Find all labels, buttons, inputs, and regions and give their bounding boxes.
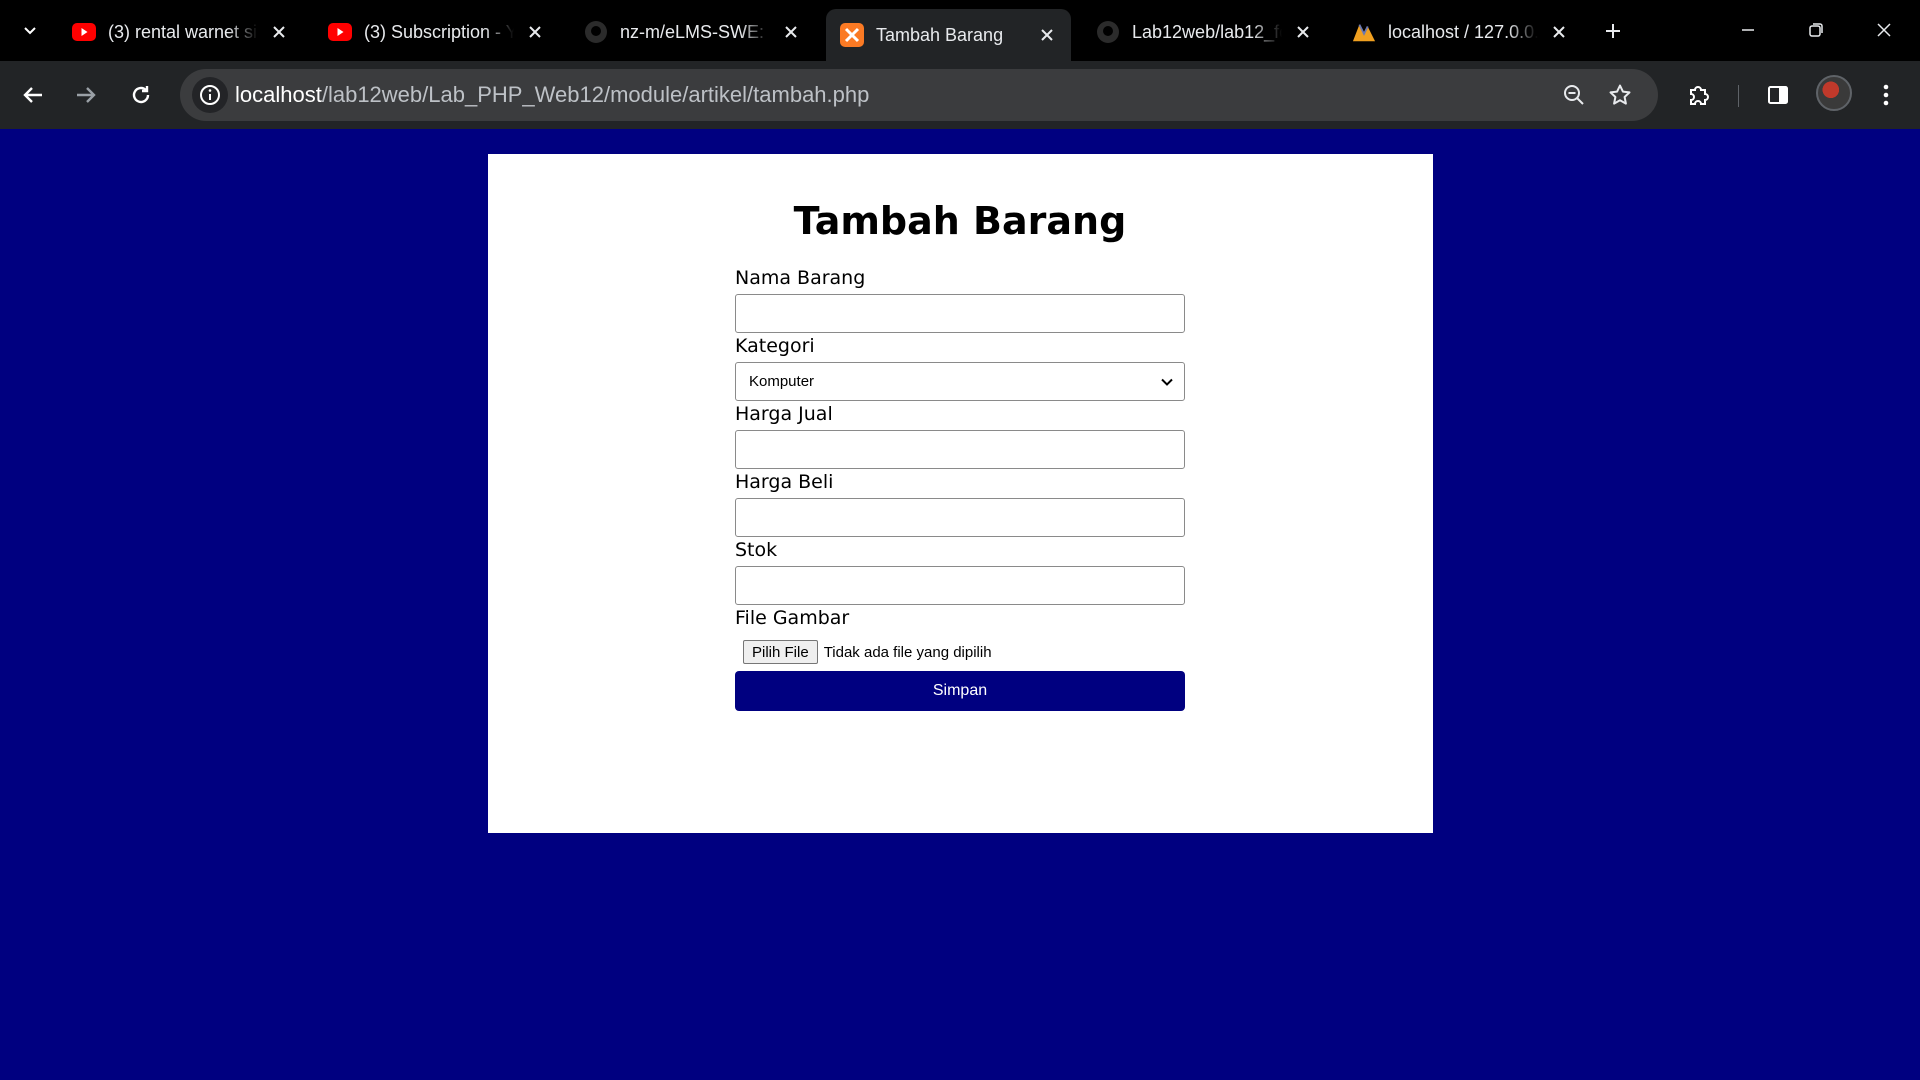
github-icon <box>584 20 608 44</box>
site-info-button[interactable] <box>192 77 228 113</box>
more-vertical-icon <box>1883 84 1889 106</box>
reload-button[interactable] <box>121 75 161 115</box>
restore-icon <box>1809 23 1823 37</box>
tab-title: Lab12web/lab12_fo <box>1132 21 1282 42</box>
side-panel-button[interactable] <box>1758 75 1798 115</box>
close-icon <box>529 26 541 38</box>
close-tab-button[interactable] <box>1037 25 1057 45</box>
tab-search-button[interactable] <box>12 12 48 48</box>
address-bar[interactable]: localhost/lab12web/Lab_PHP_Web12/module/… <box>180 69 1658 121</box>
bookmark-button[interactable] <box>1604 79 1636 111</box>
nama-barang-label: Nama Barang <box>735 267 866 289</box>
form-card: Tambah Barang Nama Barang Kategori Kompu… <box>488 154 1433 833</box>
close-tab-button[interactable] <box>1549 22 1569 42</box>
file-input: Pilih File Tidak ada file yang dipilih <box>743 640 992 664</box>
github-icon <box>1096 20 1120 44</box>
restore-button[interactable] <box>1796 10 1836 50</box>
youtube-icon <box>328 20 352 44</box>
harga-beli-label: Harga Beli <box>735 471 834 493</box>
new-tab-button[interactable] <box>1596 14 1630 48</box>
close-tab-button[interactable] <box>781 22 801 42</box>
close-icon <box>1041 29 1053 41</box>
zoom-button[interactable] <box>1558 79 1590 111</box>
close-icon <box>1297 26 1309 38</box>
toolbar-divider <box>1738 85 1739 107</box>
close-window-button[interactable] <box>1864 10 1904 50</box>
browser-menu-button[interactable] <box>1866 75 1906 115</box>
minimize-icon <box>1742 29 1754 31</box>
browser-toolbar: localhost/lab12web/Lab_PHP_Web12/module/… <box>0 61 1920 129</box>
chevron-down-icon <box>1161 378 1173 386</box>
close-tab-button[interactable] <box>1293 22 1313 42</box>
url-path: /lab12web/Lab_PHP_Web12/module/artikel/t… <box>321 82 870 107</box>
kategori-select[interactable]: Komputer <box>735 362 1185 401</box>
tab-github-lab12[interactable]: Lab12web/lab12_fo <box>1082 9 1327 55</box>
file-gambar-label: File Gambar <box>735 607 850 629</box>
close-tab-button[interactable] <box>269 22 289 42</box>
stok-label: Stok <box>735 539 778 561</box>
close-icon <box>273 26 285 38</box>
forward-button[interactable] <box>66 75 106 115</box>
kategori-selected-value: Komputer <box>749 373 815 390</box>
chevron-down-icon <box>24 27 36 35</box>
arrow-left-icon <box>23 87 42 103</box>
close-icon <box>1877 23 1891 37</box>
choose-file-button[interactable]: Pilih File <box>743 640 818 664</box>
nama-barang-input[interactable] <box>735 294 1185 333</box>
page-title: Tambah Barang <box>793 199 1127 243</box>
arrow-right-icon <box>77 87 96 103</box>
tab-strip: (3) rental warnet si (3) Subscription - … <box>0 0 1920 61</box>
xampp-icon <box>840 23 864 47</box>
tab-youtube-rental[interactable]: (3) rental warnet si <box>58 9 303 55</box>
puzzle-icon <box>1690 86 1709 105</box>
youtube-icon <box>72 20 96 44</box>
tab-phpmyadmin[interactable]: localhost / 127.0.0. <box>1338 9 1583 55</box>
tab-tambah-barang[interactable]: Tambah Barang <box>826 9 1071 61</box>
plus-icon <box>1606 24 1620 38</box>
file-status-text: Tidak ada file yang dipilih <box>823 643 992 661</box>
tab-title: (3) rental warnet si <box>108 21 258 42</box>
phpmyadmin-icon <box>1352 20 1376 44</box>
reload-icon <box>132 86 150 104</box>
url-text[interactable]: localhost/lab12web/Lab_PHP_Web12/module/… <box>235 82 869 108</box>
tab-github-elms[interactable]: nz-m/eLMS-SWE: c <box>570 9 815 55</box>
tab-title: localhost / 127.0.0. <box>1388 21 1538 42</box>
profile-avatar[interactable] <box>1816 75 1852 111</box>
tab-title: Tambah Barang <box>876 24 1004 45</box>
close-tab-button[interactable] <box>525 22 545 42</box>
tab-title: (3) Subscription - Y <box>364 21 514 42</box>
url-host: localhost <box>235 82 322 107</box>
tab-youtube-subscription[interactable]: (3) Subscription - Y <box>314 9 559 55</box>
minimize-button[interactable] <box>1728 10 1768 50</box>
stok-input[interactable] <box>735 566 1185 605</box>
simpan-button[interactable]: Simpan <box>735 671 1185 711</box>
side-panel-icon <box>1768 86 1788 104</box>
star-icon <box>1609 84 1631 105</box>
zoom-out-icon <box>1564 85 1584 105</box>
info-icon <box>200 85 220 105</box>
extensions-button[interactable] <box>1679 75 1719 115</box>
back-button[interactable] <box>13 75 53 115</box>
harga-jual-label: Harga Jual <box>735 403 833 425</box>
tab-title: nz-m/eLMS-SWE: c <box>620 21 770 42</box>
harga-jual-input[interactable] <box>735 430 1185 469</box>
kategori-label: Kategori <box>735 335 815 357</box>
harga-beli-input[interactable] <box>735 498 1185 537</box>
close-icon <box>1553 26 1565 38</box>
close-icon <box>785 26 797 38</box>
page-viewport: Tambah Barang Nama Barang Kategori Kompu… <box>0 129 1920 1080</box>
